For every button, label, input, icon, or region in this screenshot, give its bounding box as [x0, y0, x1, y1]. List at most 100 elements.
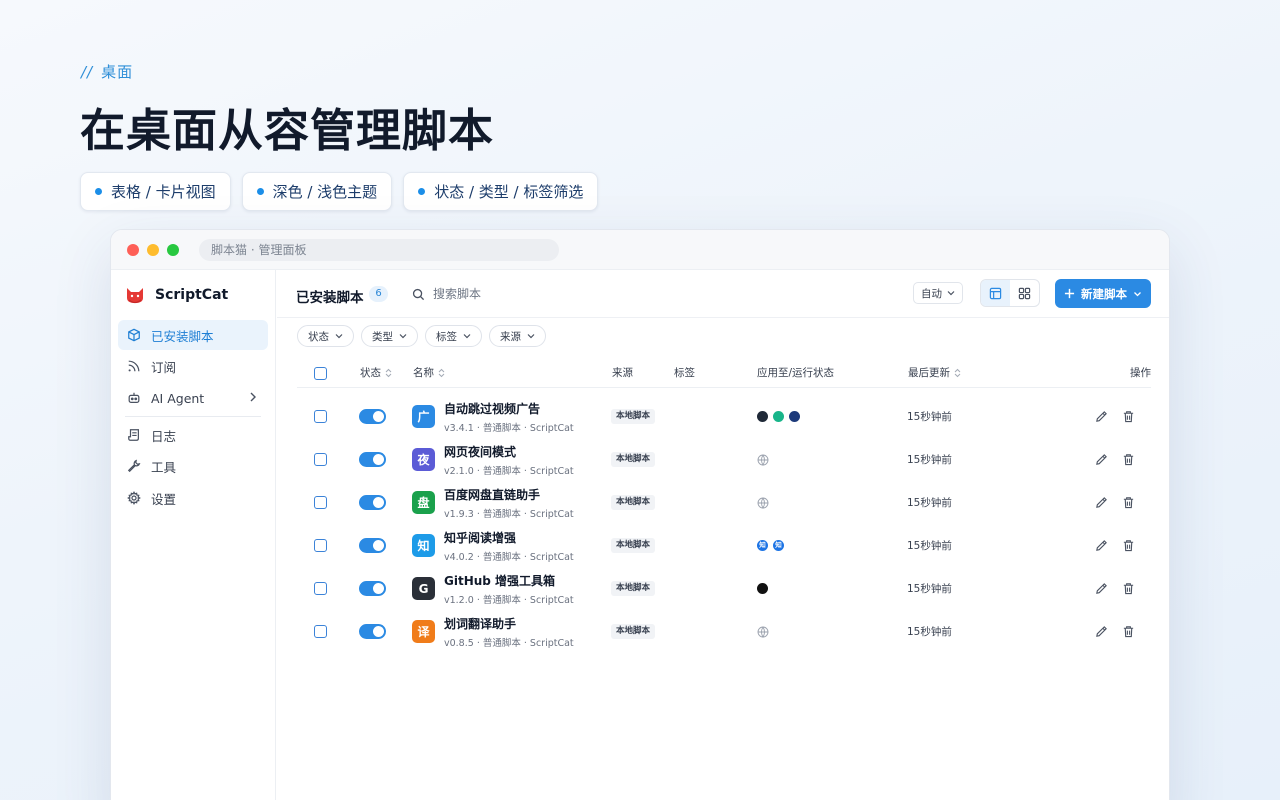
source-badge: 本地脚本 [611, 624, 656, 639]
script-icon: 盘 [412, 491, 435, 514]
minimize-window-button[interactable] [147, 244, 159, 256]
filter-label: 类型 [372, 330, 393, 343]
edit-icon[interactable] [1095, 625, 1108, 638]
maximize-window-button[interactable] [167, 244, 179, 256]
edit-icon[interactable] [1095, 582, 1108, 595]
row-checkbox[interactable] [314, 539, 327, 552]
header-tags-label: 标签 [674, 367, 695, 379]
chevron-right-icon [250, 392, 256, 402]
plus-icon [1064, 288, 1075, 299]
script-name[interactable]: 自动跳过视频广告 [444, 400, 574, 417]
auto-select[interactable]: 自动 [913, 282, 963, 304]
row-checkbox[interactable] [314, 625, 327, 638]
script-info[interactable]: 百度网盘直链助手 v1.9.3 · 普通脚本 · ScriptCat [444, 486, 574, 520]
table-row[interactable]: 广自动跳过视频广告 v3.4.1 · 普通脚本 · ScriptCat 本地脚本 15… [297, 395, 1151, 438]
trash-icon[interactable] [1122, 539, 1135, 552]
script-info[interactable]: 知乎阅读增强 v4.0.2 · 普通脚本 · ScriptCat [444, 529, 574, 563]
table-row[interactable]: 译划词翻译助手 v0.8.5 · 普通脚本 · ScriptCat 本地脚本 15秒钟… [297, 610, 1151, 653]
script-name[interactable]: 划词翻译助手 [444, 615, 574, 632]
new-script-button[interactable]: 新建脚本 [1055, 279, 1151, 308]
close-window-button[interactable] [127, 244, 139, 256]
card-view-button[interactable] [1010, 280, 1039, 306]
filter-source[interactable]: 来源 [489, 325, 546, 347]
source-badge: 本地脚本 [611, 581, 656, 596]
header-name[interactable]: 名称 [413, 358, 445, 388]
script-name[interactable]: 知乎阅读增强 [444, 529, 574, 546]
header-actions: 操作 [1130, 358, 1151, 388]
edit-icon[interactable] [1095, 539, 1108, 552]
sidebar-item-label: AI Agent [151, 390, 205, 406]
feature-chip: 状态 / 类型 / 标签筛选 [403, 172, 599, 211]
brand[interactable]: ScriptCat [125, 285, 228, 305]
hero-title: 在桌面从容管理脚本 [80, 104, 495, 157]
sidebar-item-subscriptions[interactable]: 订阅 [118, 351, 268, 381]
sort-icon [385, 368, 392, 378]
header-updated-label: 最后更新 [908, 367, 950, 379]
grid-view-icon [1018, 287, 1031, 299]
sidebar-item-installed-scripts[interactable]: 已安装脚本 [118, 320, 268, 350]
sidebar-item-ai-agent[interactable]: AI Agent [118, 383, 268, 413]
header-updated[interactable]: 最后更新 [908, 358, 961, 388]
script-meta: v3.4.1 · 普通脚本 · ScriptCat [444, 422, 574, 434]
checkbox[interactable] [314, 366, 327, 380]
enable-toggle[interactable] [359, 581, 386, 596]
enable-toggle[interactable] [359, 452, 386, 467]
row-checkbox[interactable] [314, 410, 327, 423]
enable-toggle[interactable] [359, 409, 386, 424]
edit-icon[interactable] [1095, 410, 1108, 423]
filter-tags[interactable]: 标签 [425, 325, 482, 347]
search-box[interactable] [412, 283, 632, 305]
app-window: 脚本猫 · 管理面板 ScriptCat 已安装脚本 订阅 AI Agent 日… [110, 229, 1170, 800]
search-input[interactable] [433, 287, 613, 301]
globe-icon [757, 454, 769, 466]
filter-bar: 状态 类型 标签 来源 [297, 325, 546, 347]
search-icon [412, 288, 425, 300]
address-bar[interactable]: 脚本猫 · 管理面板 [199, 239, 559, 261]
sidebar-item-settings[interactable]: 设置 [118, 483, 268, 513]
filter-label: 标签 [436, 330, 457, 343]
youku-site-icon [789, 411, 800, 422]
script-info[interactable]: 划词翻译助手 v0.8.5 · 普通脚本 · ScriptCat [444, 615, 574, 649]
sort-icon [954, 368, 961, 378]
table-row[interactable]: 夜网页夜间模式 v2.1.0 · 普通脚本 · ScriptCat 本地脚本 15秒钟… [297, 438, 1151, 481]
table-view-button[interactable] [981, 280, 1010, 306]
script-info[interactable]: 自动跳过视频广告 v3.4.1 · 普通脚本 · ScriptCat [444, 400, 574, 434]
table-header: 状态 名称 来源 标签 应用至/运行状态 最后更新 操作 [297, 358, 1151, 388]
chevron-down-icon [527, 334, 535, 339]
script-info[interactable]: GitHub 增强工具箱 v1.2.0 · 普通脚本 · ScriptCat [444, 572, 574, 606]
table-row[interactable]: G GitHub 增强工具箱 v1.2.0 · 普通脚本 · ScriptCat 本地… [297, 567, 1151, 610]
edit-icon[interactable] [1095, 496, 1108, 509]
updated-time: 15秒钟前 [907, 454, 952, 466]
enable-toggle[interactable] [359, 495, 386, 510]
trash-icon[interactable] [1122, 410, 1135, 423]
script-meta: v1.9.3 · 普通脚本 · ScriptCat [444, 508, 574, 520]
sidebar-item-logs[interactable]: 日志 [118, 420, 268, 450]
sidebar-item-tools[interactable]: 工具 [118, 451, 268, 481]
sidebar-item-label: 工具 [151, 459, 177, 475]
auto-select-value: 自动 [921, 287, 942, 300]
script-name[interactable]: 百度网盘直链助手 [444, 486, 574, 503]
updated-time: 15秒钟前 [907, 583, 952, 595]
traffic-lights [127, 244, 179, 256]
trash-icon[interactable] [1122, 496, 1135, 509]
row-checkbox[interactable] [314, 496, 327, 509]
filter-status[interactable]: 状态 [297, 325, 354, 347]
enable-toggle[interactable] [359, 624, 386, 639]
select-all-checkbox[interactable] [314, 358, 327, 388]
table-row[interactable]: 知知乎阅读增强 v4.0.2 · 普通脚本 · ScriptCat 本地脚本知知 15… [297, 524, 1151, 567]
script-name[interactable]: GitHub 增强工具箱 [444, 572, 574, 589]
filter-type[interactable]: 类型 [361, 325, 418, 347]
table-row[interactable]: 盘百度网盘直链助手 v1.9.3 · 普通脚本 · ScriptCat 本地脚本 15… [297, 481, 1151, 524]
main-panel: 已安装脚本 6 自动 新建脚本 [277, 270, 1169, 800]
script-name[interactable]: 网页夜间模式 [444, 443, 574, 460]
row-checkbox[interactable] [314, 582, 327, 595]
enable-toggle[interactable] [359, 538, 386, 553]
header-status[interactable]: 状态 [360, 358, 392, 388]
trash-icon[interactable] [1122, 625, 1135, 638]
trash-icon[interactable] [1122, 453, 1135, 466]
row-checkbox[interactable] [314, 453, 327, 466]
apply-sites [757, 567, 773, 610]
edit-icon[interactable] [1095, 453, 1108, 466]
trash-icon[interactable] [1122, 582, 1135, 595]
script-info[interactable]: 网页夜间模式 v2.1.0 · 普通脚本 · ScriptCat [444, 443, 574, 477]
